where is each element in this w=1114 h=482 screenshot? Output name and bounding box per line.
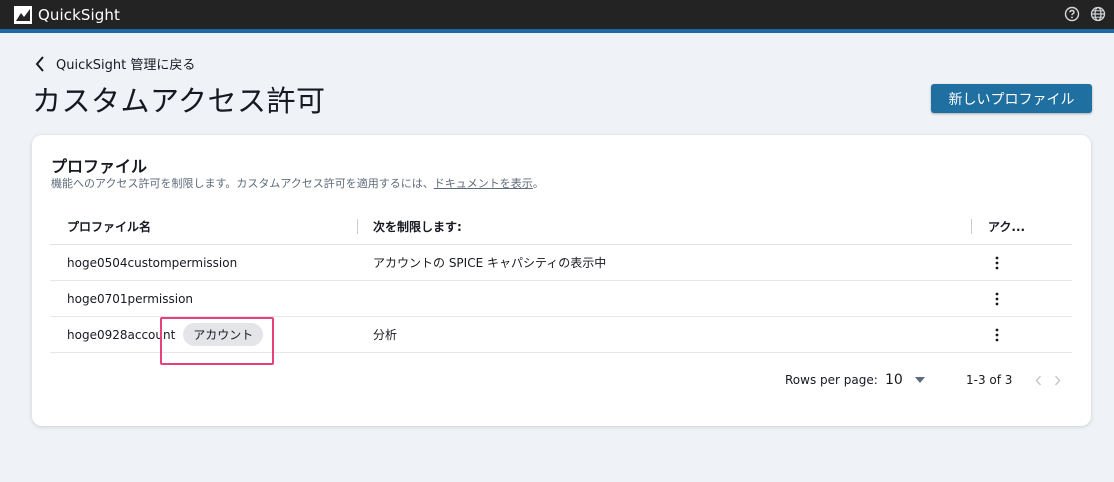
app-name: QuickSight [38, 5, 121, 24]
top-bar: QuickSight [0, 0, 1114, 29]
row-actions-button[interactable] [991, 317, 1003, 352]
documentation-link[interactable]: ドキュメントを表示 [434, 177, 533, 190]
table-row: hoge0504custompermission アカウントの SPICE キャ… [50, 245, 1072, 281]
page-title: カスタムアクセス許可 [32, 84, 326, 118]
card-description: 機能へのアクセス許可を制限します。カスタムアクセス許可を適用するには、ドキュメン… [51, 175, 544, 191]
caret-down-icon [914, 377, 925, 383]
column-header-profile-name[interactable]: プロファイル名 [67, 209, 151, 244]
chevron-left-icon [35, 55, 44, 72]
help-icon[interactable] [1064, 6, 1080, 22]
table-header-row: プロファイル名 次を制限します: アク... [50, 209, 1072, 245]
card-description-suffix: 。 [532, 177, 544, 190]
column-divider[interactable] [971, 219, 972, 234]
rows-per-page-value: 10 [885, 372, 903, 388]
table-row: hoge0701permission [50, 281, 1072, 317]
next-page-button[interactable] [1054, 367, 1061, 393]
quicksight-logo-icon [14, 5, 32, 24]
pagination-range: 1-3 of 3 [966, 373, 1013, 387]
card-description-text: 機能へのアクセス許可を制限します。カスタムアクセス許可を適用するには、 [51, 177, 434, 190]
back-to-admin-link[interactable]: QuickSight 管理に戻る [34, 54, 195, 73]
kebab-menu-icon [995, 256, 999, 269]
profiles-card: プロファイル 機能へのアクセス許可を制限します。カスタムアクセス許可を適用するに… [32, 135, 1091, 426]
globe-icon[interactable] [1090, 6, 1106, 22]
rows-per-page-select[interactable]: 10 [885, 367, 925, 393]
column-divider[interactable] [357, 219, 358, 234]
card-title: プロファイル [51, 157, 148, 176]
profile-name: hoge0701permission [67, 291, 194, 306]
row-actions-button[interactable] [991, 281, 1003, 316]
profile-restricts: アカウントの SPICE キャパシティの表示中 [373, 256, 607, 270]
profile-restricts: 分析 [373, 328, 398, 342]
kebab-menu-icon [995, 292, 999, 305]
rows-per-page-label: Rows per page: [785, 373, 878, 387]
chevron-right-icon [1054, 375, 1061, 385]
chevron-left-icon [1035, 375, 1042, 385]
top-bar-accent [0, 29, 1114, 33]
column-header-restricts[interactable]: 次を制限します: [373, 209, 462, 244]
profile-name: hoge0504custompermission [67, 255, 238, 270]
row-actions-button[interactable] [991, 245, 1003, 280]
previous-page-button[interactable] [1035, 367, 1042, 393]
annotation-highlight-box [160, 317, 274, 365]
back-link-label: QuickSight 管理に戻る [56, 58, 196, 73]
kebab-menu-icon [995, 328, 999, 341]
new-profile-button[interactable]: 新しいプロファイル [931, 84, 1092, 113]
app-logo[interactable]: QuickSight [14, 5, 121, 24]
column-header-actions[interactable]: アク... [988, 209, 1025, 244]
